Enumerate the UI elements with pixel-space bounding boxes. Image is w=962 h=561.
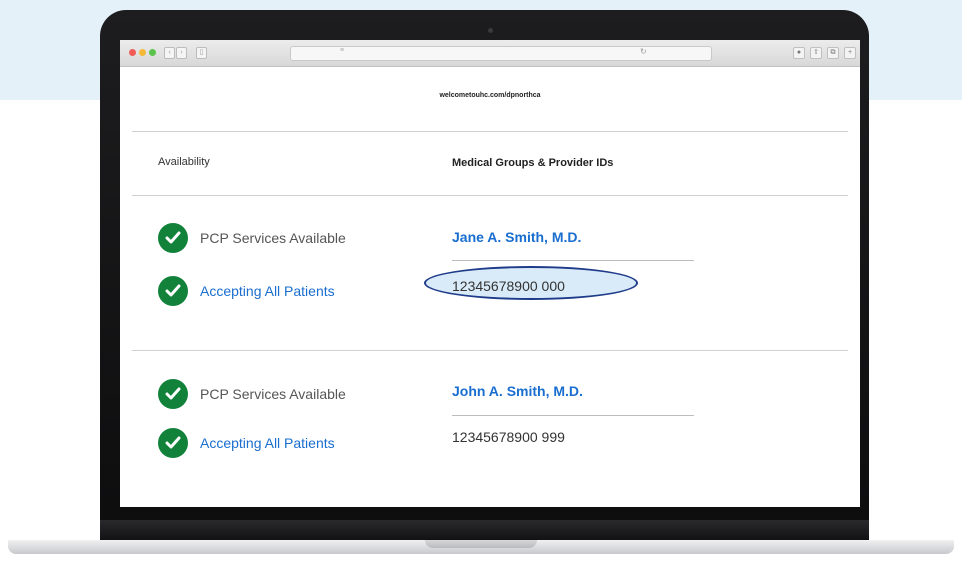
status-label[interactable]: Accepting All Patients xyxy=(200,283,335,299)
back-button[interactable]: ‹ xyxy=(164,47,175,59)
divider xyxy=(132,195,848,196)
laptop-screen: ‹ › ▯ ≡ ↻ ● ⇧ ⧉ + welcometouhc.com/dpnor… xyxy=(120,40,860,507)
reader-icon[interactable]: ≡ xyxy=(340,47,344,54)
sidebar-toggle-icon[interactable]: ▯ xyxy=(196,47,207,59)
column-header-provider-ids: Medical Groups & Provider IDs xyxy=(452,157,614,169)
browser-toolbar: ‹ › ▯ ≡ ↻ ● ⇧ ⧉ + xyxy=(120,40,860,67)
laptop-notch xyxy=(425,540,537,548)
add-tab-icon[interactable]: + xyxy=(844,47,856,59)
url-caption: welcometouhc.com/dpnorthca xyxy=(439,92,541,99)
divider xyxy=(452,260,694,261)
status-label: PCP Services Available xyxy=(200,386,346,402)
check-circle-icon xyxy=(158,223,188,253)
tabs-icon[interactable]: ⧉ xyxy=(827,47,839,59)
laptop-hinge xyxy=(100,520,869,540)
provider-id: 12345678900 000 xyxy=(452,278,565,294)
check-circle-icon xyxy=(158,428,188,458)
maximize-window-button[interactable] xyxy=(149,49,156,56)
provider-id: 12345678900 999 xyxy=(452,429,565,445)
address-bar[interactable] xyxy=(290,46,712,61)
provider-name-link[interactable]: John A. Smith, M.D. xyxy=(452,383,583,399)
minimize-window-button[interactable] xyxy=(139,49,146,56)
divider xyxy=(132,350,848,351)
check-circle-icon xyxy=(158,276,188,306)
provider-name-link[interactable]: Jane A. Smith, M.D. xyxy=(452,229,581,245)
extension-icon[interactable]: ● xyxy=(793,47,805,59)
divider xyxy=(132,131,848,132)
status-label[interactable]: Accepting All Patients xyxy=(200,435,335,451)
divider xyxy=(452,415,694,416)
check-circle-icon xyxy=(158,379,188,409)
share-icon[interactable]: ⇧ xyxy=(810,47,822,59)
column-header-availability: Availability xyxy=(158,156,210,168)
camera-icon xyxy=(488,28,493,33)
close-window-button[interactable] xyxy=(129,49,136,56)
status-label: PCP Services Available xyxy=(200,230,346,246)
reload-icon[interactable]: ↻ xyxy=(640,47,647,56)
forward-button[interactable]: › xyxy=(176,47,187,59)
